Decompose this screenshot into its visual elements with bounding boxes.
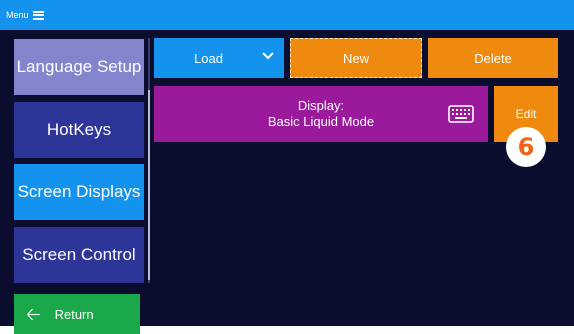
sidebar-item-hotkeys[interactable]: HotKeys [14,102,144,158]
display-card-value: Basic Liquid Mode [267,114,375,129]
new-button[interactable]: New [290,38,422,78]
sidebar-item-language-setup[interactable]: Language Setup [14,39,144,95]
display-card[interactable]: Display: Basic Liquid Mode [154,86,488,142]
main-area: Language Setup HotKeys Screen Displays S… [0,30,574,334]
return-button[interactable]: 🡠 Return [14,294,140,334]
menu-label[interactable]: Menu [6,10,29,20]
hamburger-icon[interactable] [32,10,44,20]
arrow-left-icon: 🡠 [26,304,41,324]
display-card-title: Display: [297,98,345,113]
chevron-down-icon [262,52,274,60]
load-label: Load [194,50,223,66]
return-label: Return [54,306,94,322]
load-dropdown[interactable]: Load [154,38,284,78]
sidebar-item-screen-control[interactable]: Screen Control [14,227,144,283]
step-badge: 6 [506,127,546,167]
delete-button[interactable]: Delete [428,38,558,78]
keyboard-icon[interactable] [448,104,474,124]
sidebar-item-screen-displays[interactable]: Screen Displays [14,164,144,220]
sidebar-scrollbar-thumb[interactable] [148,90,150,280]
top-bar: Menu [0,0,574,30]
